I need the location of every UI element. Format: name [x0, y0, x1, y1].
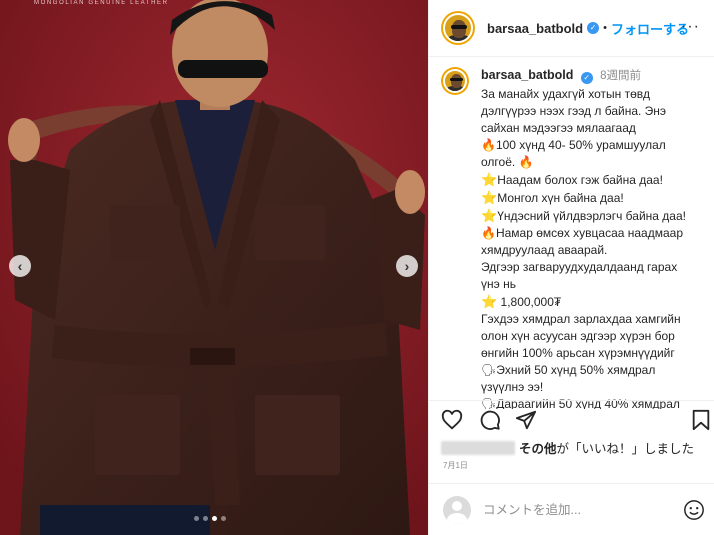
caption-area: barsaa_batbold ✓ 8週間前 За манайх удахгүй … [429, 57, 714, 409]
star-icon: ⭐ [481, 208, 498, 223]
caption-text: barsaa_batbold ✓ 8週間前 За манайх удахгүй … [481, 67, 702, 409]
post-media[interactable]: MONGOLIAN GENUINE LEATHER ‹ › [0, 0, 428, 535]
caption-line-text: Намар өмсөх хувцасаа наадмаар [495, 226, 684, 240]
caption-line-text: Гэхдээ хямдрал зарлахдаа хамгийн [481, 312, 681, 326]
caption-line: 🔥Намар өмсөх хувцасаа наадмаар [481, 225, 702, 242]
comment-bar [429, 483, 714, 535]
caption-avatar[interactable] [441, 67, 469, 95]
post-panel: barsaa_batbold ✓ • フォローする ··· barsaa_bat… [428, 0, 714, 535]
carousel-dot [203, 516, 208, 521]
star-icon: ⭐ [481, 172, 498, 187]
person-icon: 🗣 [481, 363, 497, 377]
caption-line: олон хүн асуусан эдгээр хүрэн бор [481, 328, 702, 345]
post-photo [0, 0, 428, 535]
caption-line: ⭐ 1,800,000₮ [481, 293, 702, 311]
verified-icon: ✓ [587, 22, 600, 34]
caption-line-text: үнэ нь [481, 277, 516, 291]
bookmark-icon[interactable] [691, 409, 711, 431]
likes-summary: その他が「いいね！」しました [441, 438, 694, 457]
post-header: barsaa_batbold ✓ • フォローする ··· [429, 0, 714, 57]
caption-line: ⭐Монгол хүн байна даа! [481, 189, 702, 207]
caption-line-text: 1,800,000₮ [497, 295, 562, 309]
caption-line: 🔥100 хүнд 40- 50% урамшуулал [481, 137, 702, 154]
brand-caption: MONGOLIAN GENUINE LEATHER [34, 0, 169, 6]
current-user-avatar [443, 495, 471, 524]
fire-icon: 🔥 [481, 138, 496, 152]
caption-line: үзүүлнэ ээ! [481, 379, 702, 396]
caption-username[interactable]: barsaa_batbold [481, 68, 573, 82]
carousel-prev-button[interactable]: ‹ [9, 255, 31, 277]
caption-line-text: 100 хүнд 40- 50% урамшуулал [495, 138, 666, 152]
caption-line: 🗣Эхний 50 хүнд 50% хямдрал [481, 362, 702, 379]
star-icon: ⭐ [481, 190, 498, 205]
caption-line-text: Эхний 50 хүнд 50% хямдрал [496, 363, 656, 377]
caption-line: үнэ нь [481, 276, 702, 293]
share-icon[interactable] [515, 409, 537, 431]
caption-line: Гэхдээ хямдрал зарлахдаа хамгийн [481, 311, 702, 328]
caption-line: Эдгээр загваруудхудалдаанд гарах [481, 259, 702, 276]
carousel-dot [221, 516, 226, 521]
others-link[interactable]: その他 [519, 438, 557, 457]
caption-line-text: дэлгүүрээ нээх гээд л байна. Энэ [481, 104, 667, 118]
heart-icon[interactable] [441, 409, 463, 431]
caption-line-text: үзүүлнэ ээ! [481, 380, 544, 394]
post-time[interactable]: 8週間前 [600, 70, 641, 82]
comment-input[interactable] [483, 502, 673, 517]
caption-line-text: сайхан мэдээгээ мялаагаад [481, 121, 636, 135]
follow-button[interactable]: フォローする [611, 19, 689, 38]
caption-line-text: өнгийн 100% арьсан хүрэмнүүдийг [481, 346, 675, 360]
carousel-dot [194, 516, 199, 521]
caption-line: ⭐Үндэсний үйлдвэрлэгч байна даа! [481, 207, 702, 225]
star-icon: ⭐ [481, 294, 498, 309]
more-options-icon[interactable]: ··· [681, 18, 700, 36]
caption-lines: За манайх удахгүй хотын төвд дэлгүүрээ нэ… [481, 86, 702, 409]
caption-line: За манайх удахгүй хотын төвд [481, 86, 702, 103]
separator-dot: • [603, 22, 607, 34]
caption-line: сайхан мэдээгээ мялаагаад [481, 120, 702, 137]
caption-line: дэлгүүрээ нээх гээд л байна. Энэ [481, 103, 702, 120]
caption-line-text: хямдруулаад аваарай. [481, 243, 608, 257]
action-bar [429, 400, 714, 440]
likes-ga: が [556, 442, 570, 456]
carousel-next-button[interactable]: › [396, 255, 418, 277]
fire-icon: 🔥 [481, 226, 496, 240]
likes-text: 「いいね！」しました [569, 442, 695, 456]
caption-line-text: Монгол хүн байна даа! [497, 191, 624, 205]
verified-icon: ✓ [580, 72, 593, 84]
post-date[interactable]: 7月1日 [443, 460, 468, 471]
caption-line-text: олгоё. 🔥 [481, 155, 534, 169]
liker-name-blurred[interactable] [441, 440, 515, 455]
caption-line-text: Үндэсний үйлдвэрлэгч байна даа! [497, 209, 686, 223]
caption-line-text: олон хүн асуусан эдгээр хүрэн бор [481, 329, 675, 343]
carousel-dot-active [212, 516, 217, 521]
comment-icon[interactable] [479, 409, 501, 431]
caption-line: олгоё. 🔥 [481, 154, 702, 171]
caption-line-text: Эдгээр загваруудхудалдаанд гарах [481, 260, 678, 274]
caption-line-text: Наадам болох гэж байна даа! [497, 173, 663, 187]
caption-line: хямдруулаад аваарай. [481, 242, 702, 259]
emoji-icon[interactable] [683, 499, 705, 521]
author-avatar[interactable] [441, 11, 475, 45]
carousel-dots [194, 516, 226, 521]
author-username[interactable]: barsaa_batbold [487, 21, 583, 36]
caption-line: ⭐Наадам болох гэж байна даа! [481, 171, 702, 189]
caption-line: өнгийн 100% арьсан хүрэмнүүдийг [481, 345, 702, 362]
caption-line-text: За манайх удахгүй хотын төвд [481, 87, 650, 101]
